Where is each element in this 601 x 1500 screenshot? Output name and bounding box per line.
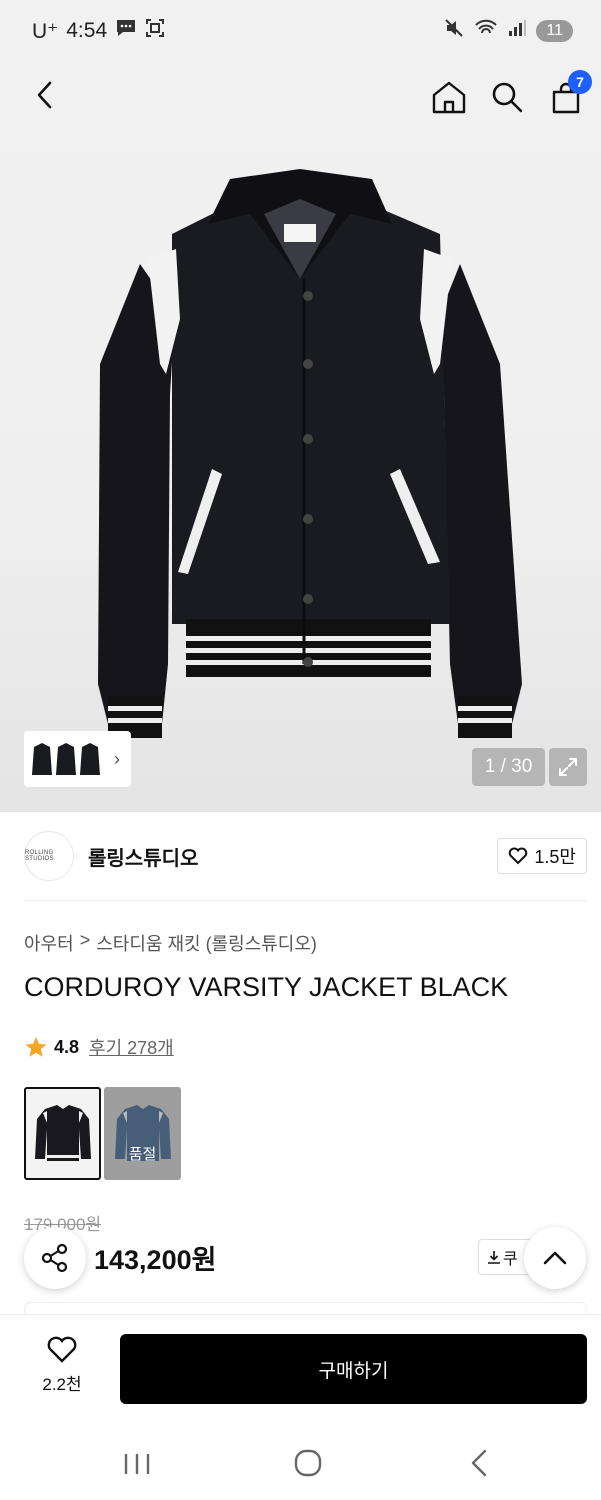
buy-button[interactable]: 구매하기	[120, 1334, 587, 1404]
clock: 4:54	[66, 19, 108, 42]
cart-count-badge: 7	[568, 70, 592, 94]
share-button[interactable]	[24, 1227, 86, 1289]
cart-button[interactable]: 7	[548, 70, 592, 116]
thumbnail-images	[32, 743, 100, 775]
brand-logo[interactable]: ROLLING STUDIOS	[24, 831, 74, 881]
carrier-label: U⁺	[32, 19, 59, 43]
breadcrumb-subcategory[interactable]: 스타디움 재킷 (롤링스튜디오)	[96, 930, 317, 956]
brand-like-button[interactable]: 1.5만	[497, 838, 587, 874]
coupon-label: 쿠	[503, 1251, 518, 1268]
back-icon[interactable]	[28, 78, 62, 112]
product-title: CORDUROY VARSITY JACKET BLACK	[24, 972, 509, 1002]
sale-price: 143,200원	[94, 1245, 217, 1275]
status-bar: U⁺ 4:54 11	[0, 0, 601, 64]
search-icon[interactable]	[488, 78, 526, 116]
thumbnail-strip[interactable]: ›	[24, 731, 131, 787]
divider	[24, 900, 587, 901]
heart-outline-icon	[509, 847, 528, 865]
wifi-icon	[474, 18, 498, 43]
download-icon	[488, 1251, 500, 1264]
breadcrumb: 아우터 > 스타디움 재킷 (롤링스튜디오)	[24, 930, 317, 956]
recent-apps-icon[interactable]	[122, 1452, 152, 1481]
chevron-up-icon	[543, 1251, 567, 1265]
breadcrumb-category[interactable]: 아우터	[24, 930, 74, 956]
image-counter: 1 / 30	[472, 748, 545, 786]
color-option-black[interactable]	[24, 1087, 101, 1180]
breadcrumb-separator: >	[79, 930, 91, 950]
brand-row[interactable]: ROLLING STUDIOS 롤링스튜디오 1.5만	[24, 830, 587, 882]
home-button-icon[interactable]	[293, 1448, 323, 1483]
soldout-label: 품절	[104, 1087, 181, 1180]
mute-icon	[444, 18, 464, 43]
top-navigation: 7	[0, 64, 601, 128]
wishlist-count: 2.2천	[42, 1375, 82, 1394]
option-thumbnail-black	[34, 1104, 91, 1161]
expand-icon[interactable]	[549, 748, 587, 786]
status-left: U⁺ 4:54	[32, 18, 165, 44]
share-icon	[41, 1243, 68, 1273]
screenshot-icon	[145, 18, 165, 44]
brand-like-count: 1.5만	[534, 847, 576, 867]
battery-indicator: 11	[536, 19, 573, 42]
brand-name[interactable]: 롤링스튜디오	[88, 842, 198, 871]
system-back-icon[interactable]	[468, 1448, 490, 1483]
home-icon[interactable]	[430, 78, 468, 116]
star-icon	[25, 1037, 47, 1057]
product-image-jacket	[98, 169, 522, 738]
chat-icon	[115, 18, 137, 44]
signal-icon	[508, 19, 527, 42]
rating-row: 4.8 후기 278개	[24, 1034, 174, 1060]
heart-outline-icon	[47, 1336, 77, 1363]
chevron-right-icon: ›	[114, 748, 120, 769]
wishlist-button[interactable]: 2.2천	[26, 1336, 98, 1395]
status-right: 11	[444, 18, 573, 43]
product-image-gallery[interactable]	[0, 64, 601, 812]
color-option-blue[interactable]: 품절	[104, 1087, 181, 1180]
scroll-top-button[interactable]	[524, 1227, 586, 1289]
rating-score: 4.8	[54, 1036, 80, 1057]
reviews-link[interactable]: 후기 278개	[89, 1034, 174, 1060]
